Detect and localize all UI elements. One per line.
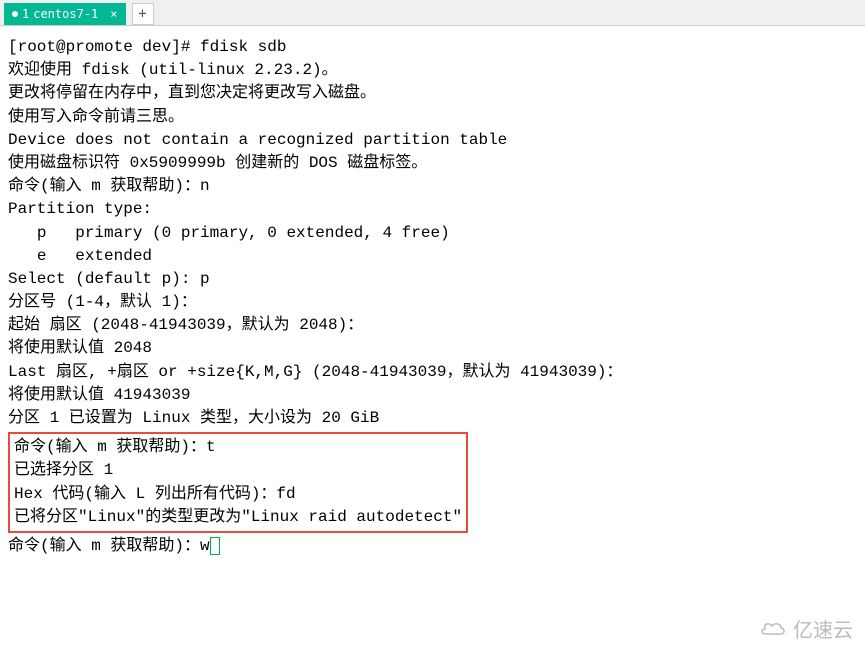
tab-label: centos7-1 [33, 7, 98, 21]
terminal-line: 将使用默认值 2048 [8, 337, 857, 360]
new-tab-button[interactable]: + [132, 3, 154, 25]
terminal-line: e extended [8, 245, 857, 268]
terminal-line: 分区号 (1-4，默认 1)： [8, 291, 857, 314]
terminal-line: 使用磁盘标识符 0x5909999b 创建新的 DOS 磁盘标签。 [8, 152, 857, 175]
terminal-output[interactable]: [root@promote dev]# fdisk sdb 欢迎使用 fdisk… [0, 26, 865, 568]
cursor-icon [210, 537, 220, 555]
terminal-line: Hex 代码(输入 L 列出所有代码)：fd [14, 483, 462, 506]
terminal-line: 欢迎使用 fdisk (util-linux 2.23.2)。 [8, 59, 857, 82]
highlighted-section: 命令(输入 m 获取帮助)：t 已选择分区 1 Hex 代码(输入 L 列出所有… [8, 432, 468, 533]
terminal-line: 使用写入命令前请三思。 [8, 106, 857, 129]
terminal-line: Partition type: [8, 198, 857, 221]
terminal-cmd-w: 命令(输入 m 获取帮助)：w [8, 537, 210, 555]
terminal-line: 将使用默认值 41943039 [8, 384, 857, 407]
terminal-line: 命令(输入 m 获取帮助)：t [14, 436, 462, 459]
terminal-line: 分区 1 已设置为 Linux 类型，大小设为 20 GiB [8, 407, 857, 430]
plus-icon: + [138, 6, 146, 22]
tab-indicator-icon [12, 11, 18, 17]
close-icon[interactable]: × [110, 7, 117, 21]
terminal-line: 起始 扇区 (2048-41943039，默认为 2048)： [8, 314, 857, 337]
terminal-line: 已选择分区 1 [14, 459, 462, 482]
terminal-line: 命令(输入 m 获取帮助)：n [8, 175, 857, 198]
tab-centos7-1[interactable]: 1 centos7-1 × [4, 3, 126, 25]
terminal-line: Device does not contain a recognized par… [8, 129, 857, 152]
terminal-line: p primary (0 primary, 0 extended, 4 free… [8, 222, 857, 245]
terminal-line: [root@promote dev]# fdisk sdb [8, 36, 857, 59]
tab-bar: 1 centos7-1 × + [0, 0, 865, 26]
terminal-line-last: 命令(输入 m 获取帮助)：w [8, 535, 857, 558]
terminal-line: 已将分区"Linux"的类型更改为"Linux raid autodetect" [14, 506, 462, 529]
terminal-line: 更改将停留在内存中，直到您决定将更改写入磁盘。 [8, 82, 857, 105]
tab-number: 1 [22, 7, 29, 21]
terminal-line: Select (default p): p [8, 268, 857, 291]
watermark-text: 亿速云 [793, 620, 853, 642]
watermark: 亿速云 [759, 614, 853, 644]
cloud-icon [759, 620, 787, 644]
terminal-line: Last 扇区, +扇区 or +size{K,M,G} (2048-41943… [8, 361, 857, 384]
